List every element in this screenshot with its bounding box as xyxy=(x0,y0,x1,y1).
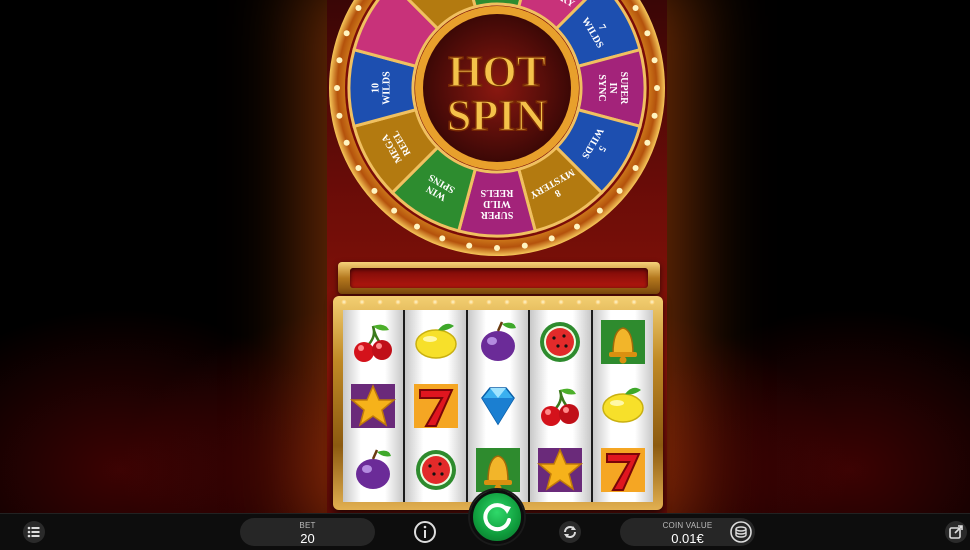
rim-bulb xyxy=(371,187,378,194)
rim-bulb xyxy=(494,245,500,251)
bell-symbol xyxy=(600,320,645,364)
frame-bulb xyxy=(359,299,366,305)
external-link-icon[interactable] xyxy=(944,520,968,544)
seven-symbol xyxy=(413,384,458,428)
rim-bulb xyxy=(439,235,446,242)
reel-2 xyxy=(405,310,466,502)
bet-control[interactable]: BET 20 xyxy=(240,518,375,546)
rim-bulb xyxy=(574,223,580,230)
reel-3 xyxy=(467,310,529,502)
spin-icon xyxy=(483,503,511,532)
rim-bulb xyxy=(651,112,658,119)
rim-bulb xyxy=(644,139,651,146)
info-icon[interactable] xyxy=(413,520,437,544)
rim-bulb xyxy=(334,85,340,91)
reel-4 xyxy=(530,310,591,502)
rim-bulb xyxy=(391,207,398,214)
rim-bulb xyxy=(596,207,603,214)
bet-label: BET xyxy=(299,521,316,530)
spin-button[interactable] xyxy=(470,490,524,544)
rim-bulb xyxy=(651,57,658,64)
game-stage: SUPERWINSPINS9MYSTERY7WILDSSUPERINSYNC5W… xyxy=(0,0,970,550)
frame-bulb xyxy=(503,299,510,305)
reels-grid xyxy=(343,310,654,502)
frame-bulb xyxy=(630,299,637,305)
frame-bulb xyxy=(431,299,438,305)
win-display-bar xyxy=(338,262,660,294)
frame-bulb xyxy=(558,299,565,305)
logo-spin: SPIN xyxy=(447,91,547,140)
logo-hot: HOT xyxy=(448,47,546,96)
seven-symbol xyxy=(600,448,645,492)
watermelon-symbol xyxy=(540,322,581,362)
star-symbol xyxy=(350,384,397,428)
frame-bulb xyxy=(576,299,583,305)
win-display xyxy=(350,268,648,288)
frame-bulb xyxy=(522,299,529,305)
rim-bulb xyxy=(336,112,343,119)
rim-bulb xyxy=(521,242,528,249)
wheel-segment-label: SUPERWILDREELS xyxy=(480,187,514,220)
frame-bulbs-top xyxy=(341,299,655,305)
rim-bulb xyxy=(616,187,623,194)
frame-bulb xyxy=(485,299,492,305)
rim-bulb xyxy=(343,30,350,37)
cherry-symbol xyxy=(354,324,393,362)
rim-bulb xyxy=(355,165,362,171)
frame-bulb xyxy=(449,299,456,305)
cherry-symbol xyxy=(541,388,580,426)
reel-frame xyxy=(333,296,663,510)
rim-bulb xyxy=(632,5,639,11)
bet-value: 20 xyxy=(300,531,315,546)
frame-bulb xyxy=(540,299,547,305)
frame-bulb xyxy=(341,299,347,305)
frame-bulb xyxy=(467,299,474,305)
rim-bulb xyxy=(343,139,350,146)
diamond-symbol xyxy=(481,387,515,426)
lemon-symbol xyxy=(414,323,457,359)
reel-5 xyxy=(592,310,654,502)
rim-bulb xyxy=(548,235,555,242)
star-symbol xyxy=(537,448,584,492)
frame-bulb xyxy=(377,299,384,305)
rim-bulb xyxy=(355,5,362,11)
frame-bulb xyxy=(594,299,601,305)
rim-bulb xyxy=(644,30,651,37)
rim-bulb xyxy=(336,57,343,64)
frame-bulb xyxy=(413,299,420,305)
rim-bulb xyxy=(414,223,420,230)
plum-symbol xyxy=(481,321,517,361)
plum-symbol xyxy=(356,449,392,489)
menu-icon[interactable] xyxy=(22,520,46,544)
coins-icon xyxy=(730,521,752,543)
frame-bulb xyxy=(395,299,402,305)
reel-1 xyxy=(343,310,404,502)
rim-bulb xyxy=(654,85,660,91)
frame-bulb xyxy=(612,299,619,305)
rim-bulb xyxy=(466,242,473,249)
lemon-symbol xyxy=(602,387,644,423)
bonus-wheel: SUPERWINSPINS9MYSTERY7WILDSSUPERINSYNC5W… xyxy=(327,0,667,258)
watermelon-symbol xyxy=(415,450,456,490)
bell-symbol xyxy=(476,448,521,492)
autoplay-icon[interactable] xyxy=(558,520,582,544)
rim-bulb xyxy=(632,165,639,171)
frame-bulb xyxy=(648,299,655,305)
wheel-graphic: SUPERWINSPINS9MYSTERY7WILDSSUPERINSYNC5W… xyxy=(329,0,665,256)
